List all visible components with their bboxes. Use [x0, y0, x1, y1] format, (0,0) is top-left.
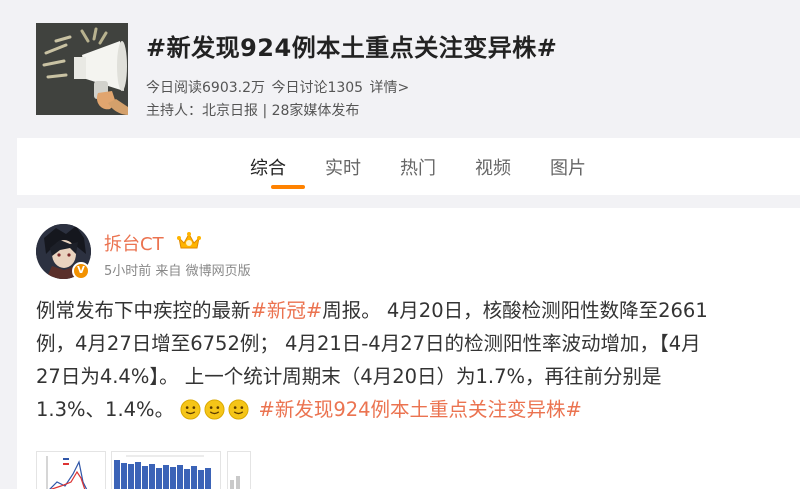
tab-hot[interactable]: 热门 [400, 154, 436, 180]
text-segment: 周报。 4月20日，核酸检测阳性数降至2661 [322, 299, 708, 322]
doge-smile-icon [180, 399, 201, 420]
author-name[interactable]: 拆台CT [104, 230, 164, 256]
active-tab-indicator [271, 185, 305, 189]
hashtag-topic[interactable]: #新发现924例本土重点关注变异株# [259, 398, 582, 421]
details-link[interactable]: 详情> [370, 80, 410, 96]
source-prefix: 来自 [155, 264, 182, 279]
tab-realtime[interactable]: 实时 [325, 154, 361, 180]
tab-video[interactable]: 视频 [475, 154, 511, 180]
topic-stats: 今日阅读6903.2万 今日讨论1305 详情> [146, 77, 411, 97]
post-card: V 拆台CT 5小时前 来自 微博网页版 例常发布下中疾控的最新#新冠#周报。 … [17, 208, 800, 489]
post-image-thumbnail-2[interactable] [111, 451, 221, 489]
megaphone-icon [36, 23, 128, 115]
tab-pictures[interactable]: 图片 [550, 154, 586, 180]
post-text-line-1: 例常发布下中疾控的最新#新冠#周报。 4月20日，核酸检测阳性数降至2661 [36, 294, 796, 327]
post-time[interactable]: 5小时前 [104, 264, 151, 279]
verified-badge: V [72, 262, 90, 280]
post-image-thumbnail-1[interactable] [36, 451, 106, 489]
post-text-line-2: 例，4月27日增至6752例； 4月21日-4月27日的检测阳性率波动增加，【4… [36, 332, 701, 355]
tab-bar: 综合 实时 热门 视频 图片 [17, 138, 800, 195]
post-text: 例常发布下中疾控的最新#新冠#周报。 4月20日，核酸检测阳性数降至2661 例… [36, 294, 796, 426]
doge-smile-icon [204, 399, 225, 420]
doge-smile-icon [228, 399, 249, 420]
text-segment: 1.3%、1.4%。 [36, 398, 175, 421]
discussion-count: 今日讨论1305 [271, 80, 364, 96]
topic-cover-image [36, 23, 128, 115]
topic-host: 主持人：北京日报 | 28家媒体发布 [146, 103, 360, 119]
post-text-line-4: 1.3%、1.4%。 #新发现924例本土重点关注变异株# [36, 393, 796, 426]
post-image-thumbnail-3[interactable] [227, 451, 251, 489]
tab-comprehensive[interactable]: 综合 [250, 154, 286, 180]
topic-header: #新发现924例本土重点关注变异株# 今日阅读6903.2万 今日讨论1305 … [0, 0, 800, 135]
post-meta: 5小时前 来自 微博网页版 [104, 260, 251, 279]
text-segment: 例常发布下中疾控的最新 [36, 299, 251, 322]
post-text-line-3: 27日为4.4%】。 上一个统计周期末（4月20日）为1.7%，再往前分别是 [36, 365, 662, 388]
member-crown-icon [176, 230, 202, 252]
hashtag-covid[interactable]: #新冠# [251, 299, 323, 322]
read-count: 今日阅读6903.2万 [146, 80, 265, 96]
post-source: 微博网页版 [185, 264, 251, 279]
topic-title: #新发现924例本土重点关注变异株# [146, 34, 558, 62]
